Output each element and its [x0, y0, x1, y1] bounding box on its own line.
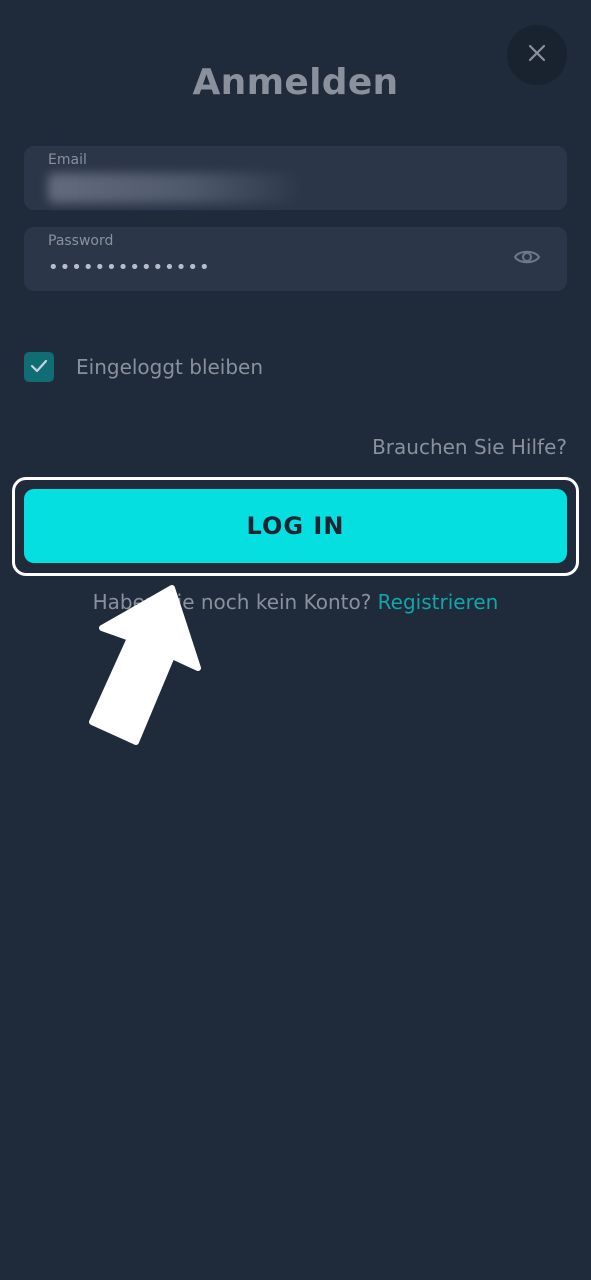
checkmark-icon — [30, 358, 48, 377]
remember-me-label: Eingeloggt bleiben — [76, 355, 264, 379]
password-field-label: Password — [48, 233, 114, 249]
page-title: Anmelden — [192, 62, 399, 103]
help-link[interactable]: Brauchen Sie Hilfe? — [372, 435, 567, 459]
remember-me-checkbox[interactable] — [24, 352, 54, 382]
pointer-arrow-icon — [80, 580, 220, 759]
remember-me-row[interactable]: Eingeloggt bleiben — [24, 352, 263, 382]
login-button[interactable]: LOG IN — [24, 489, 567, 563]
email-value-blurred — [48, 173, 304, 203]
show-password-toggle[interactable] — [512, 245, 542, 273]
email-field-label: Email — [48, 152, 87, 168]
password-field[interactable]: Password •••••••••••••• — [24, 227, 567, 291]
password-value: •••••••••••••• — [48, 257, 211, 278]
eye-icon — [513, 247, 541, 271]
email-field[interactable]: Email — [24, 146, 567, 210]
register-link[interactable]: Registrieren — [378, 590, 499, 614]
